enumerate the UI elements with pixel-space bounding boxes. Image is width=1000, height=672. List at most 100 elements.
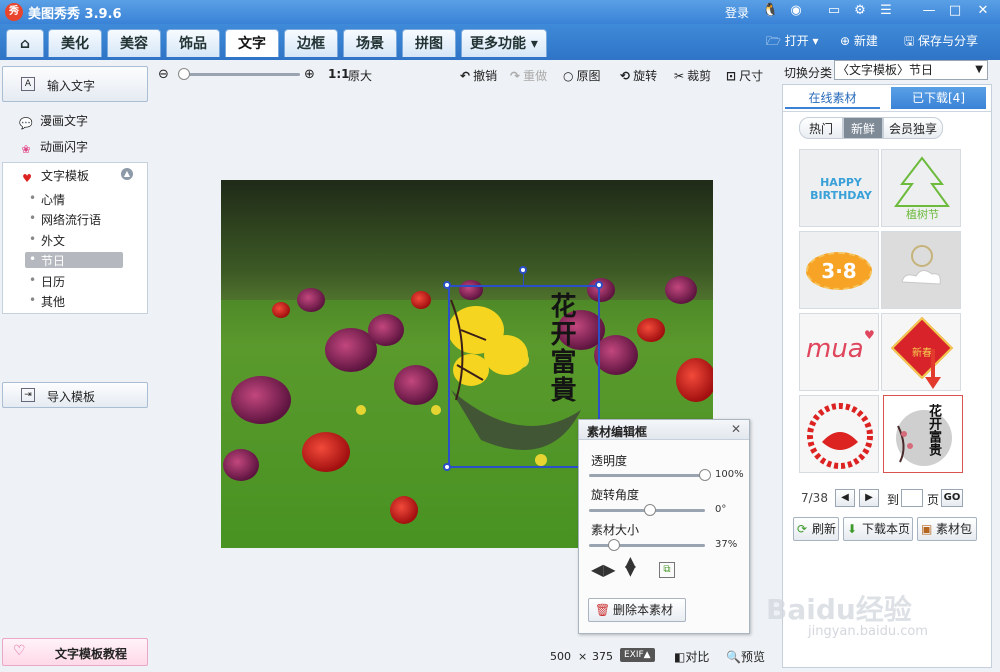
collapse-icon[interactable]: ▲ [121, 168, 133, 180]
material-thumb-spring[interactable]: 新春 [881, 313, 961, 391]
zoom-out-icon[interactable]: ⊖ [158, 67, 169, 82]
template-item[interactable]: 心情 [25, 191, 123, 207]
reset-button[interactable]: ○ 原图 [563, 67, 601, 84]
input-text-button[interactable]: A 输入文字 [2, 66, 148, 102]
template-item[interactable]: 其他 [25, 293, 123, 309]
feedback-icon[interactable]: ▭ [826, 3, 842, 19]
tab-collage[interactable]: 拼图 [402, 29, 456, 57]
weibo-icon[interactable]: ◉ [788, 3, 804, 19]
rotate-angle-value: 0° [715, 504, 727, 515]
material-thumb-paper-cut[interactable] [799, 395, 879, 473]
material-size-slider-thumb[interactable] [607, 539, 620, 551]
template-item[interactable]: 外文 [25, 232, 123, 248]
material-thumb-flower-bloom[interactable]: 花开富贵 [883, 395, 963, 473]
undo-button[interactable]: ↶ 撤销 [460, 67, 497, 84]
tab-home[interactable]: ⌂ [6, 29, 44, 57]
app-title: 美图秀秀 3.9.6 [28, 7, 122, 22]
material-thumb-women-day[interactable]: 3·8 [799, 231, 879, 309]
resize-icon: ⊡ [726, 69, 737, 83]
tab-beauty[interactable]: 美容 [107, 29, 161, 57]
resize-handle-tr[interactable] [595, 281, 603, 289]
material-thumb-mua[interactable]: mua ♥ [799, 313, 879, 391]
copy-material-icon[interactable]: ⧉ [659, 562, 675, 578]
tutorial-button[interactable]: ♡ 文字模板教程 [2, 638, 148, 666]
tab-text[interactable]: 文字 [225, 29, 279, 57]
tab-frame[interactable]: 边框 [284, 29, 338, 57]
tab-online-materials[interactable]: 在线素材 [785, 87, 880, 109]
settings-icon[interactable]: ⚙ [852, 3, 868, 19]
tree-text: 植树节 [906, 208, 939, 221]
material-thumb-birthday[interactable]: HAPPY BIRTHDAY [799, 149, 879, 227]
anim-text-item[interactable]: ❀ 动画闪字 [18, 138, 88, 157]
material-size-slider[interactable] [589, 544, 705, 547]
rotate-icon: ⟲ [620, 69, 631, 83]
qq-icon[interactable]: 🐧 [762, 3, 778, 19]
template-item-selected[interactable]: 节日 [25, 252, 123, 268]
compare-button[interactable]: ◧对比 [674, 648, 709, 665]
original-size-button[interactable]: 原大 [348, 67, 372, 84]
preview-button[interactable]: 🔍预览 [726, 648, 765, 665]
material-panel: 在线素材 已下载[4] 热门 新鲜 会员独享 HAPPY BIRTHDAY 植树… [782, 84, 992, 668]
import-template-label: 导入模板 [47, 390, 96, 404]
zoom-in-icon[interactable]: ⊕ [304, 67, 315, 82]
menu-icon[interactable]: ☰ [878, 3, 894, 19]
material-pack-button[interactable]: ▣ 素材包 [917, 517, 977, 541]
template-item[interactable]: 日历 [25, 273, 123, 289]
download-page-button[interactable]: ⬇ 下载本页 [843, 517, 913, 541]
open-button[interactable]: 🗁 打开 ▾ [766, 32, 819, 53]
opacity-slider-thumb[interactable] [699, 469, 711, 481]
zoom-slider[interactable] [182, 73, 300, 76]
tab-scene[interactable]: 场景 [343, 29, 397, 57]
resize-handle-tl[interactable] [443, 281, 451, 289]
flip-horizontal-icon[interactable]: ◀▶ [591, 560, 616, 579]
chip-new[interactable]: 新鲜 [843, 117, 883, 139]
compare-icon: ◧ [674, 650, 686, 664]
material-size-label: 素材大小 [591, 523, 640, 537]
crop-icon: ✂ [674, 69, 685, 83]
material-thumb-tree[interactable]: 植树节 [881, 149, 961, 227]
template-header[interactable]: ♥ 文字模板 [19, 167, 89, 186]
import-template-button[interactable]: ⇥ 导入模板 [2, 382, 148, 408]
material-pack-label: 素材包 [936, 522, 973, 536]
tab-downloaded[interactable]: 已下载[4] [891, 87, 986, 109]
flip-vertical-icon[interactable]: ▲ ▼ [625, 555, 636, 578]
tab-accessory[interactable]: 饰品 [166, 29, 220, 57]
close-button[interactable]: ✕ [972, 2, 994, 20]
actual-size-button[interactable]: 1:1 [328, 67, 350, 81]
zoom-slider-thumb[interactable] [178, 68, 190, 80]
login-link[interactable]: 登录 [725, 4, 749, 21]
redo-button[interactable]: ↷ 重做 [510, 67, 547, 84]
material-thumb-auspicious[interactable] [881, 231, 961, 309]
delete-material-button[interactable]: 🗑 删除本素材 [588, 598, 686, 622]
rotate-angle-slider-thumb[interactable] [644, 504, 656, 516]
resize-handle-bl[interactable] [443, 463, 451, 471]
prev-page-button[interactable]: ◀ [835, 489, 855, 507]
close-icon[interactable]: ✕ [731, 422, 741, 436]
minimize-button[interactable]: — [918, 2, 940, 20]
category-select[interactable]: 〈文字模板〉节日 ▼ [834, 60, 988, 80]
page-number-input[interactable] [901, 489, 923, 507]
comic-text-item[interactable]: 💬 漫画文字 [18, 112, 88, 131]
rotate-handle[interactable] [519, 266, 527, 274]
save-share-button[interactable]: 🖫 保存与分享 [904, 32, 978, 53]
save-share-label: 保存与分享 [918, 34, 979, 48]
chip-vip[interactable]: 会员独享 [883, 117, 943, 139]
rotate-button[interactable]: ⟲ 旋转 [620, 67, 657, 84]
right-panel: 切换分类 〈文字模板〉节日 ▼ 在线素材 已下载[4] 热门 新鲜 会员独享 H… [778, 60, 1000, 672]
template-item[interactable]: 网络流行语 [25, 211, 123, 227]
exif-button[interactable]: EXIF▲ [620, 648, 655, 662]
tab-beautify[interactable]: 美化 [48, 29, 102, 57]
tab-more[interactable]: 更多功能 ▾ [461, 29, 547, 57]
go-button[interactable]: GO [941, 489, 963, 507]
refresh-icon: ⟳ [797, 522, 808, 536]
new-button[interactable]: ⊕ 新建 [840, 32, 878, 49]
switch-category-label: 切换分类 [784, 66, 833, 80]
next-page-button[interactable]: ▶ [859, 489, 879, 507]
resize-button[interactable]: ⊡ 尺寸 [726, 67, 763, 84]
tab-divider [783, 111, 991, 112]
chip-hot[interactable]: 热门 [799, 117, 843, 139]
refresh-button[interactable]: ⟳ 刷新 [793, 517, 839, 541]
crop-button[interactable]: ✂ 裁剪 [674, 67, 711, 84]
opacity-slider[interactable] [589, 474, 705, 477]
maximize-button[interactable]: □ [944, 2, 966, 20]
